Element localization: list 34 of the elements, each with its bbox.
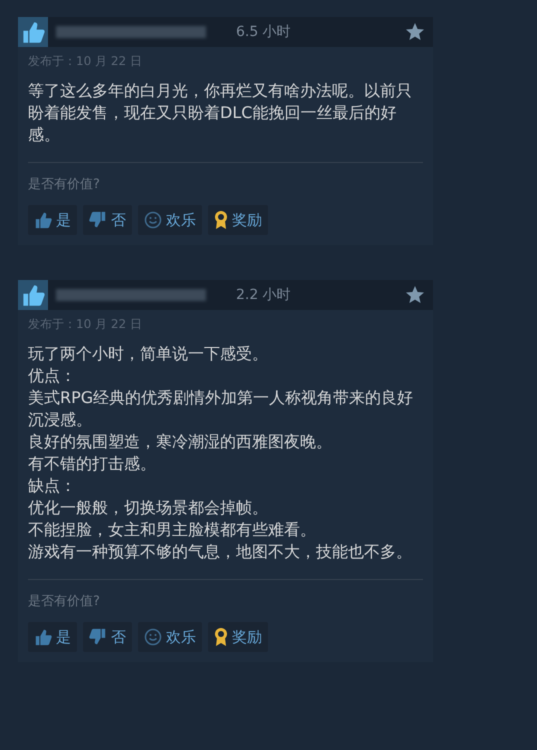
playtime: 6.5 小时 [236,23,292,41]
review-text: 玩了两个小时，简单说一下感受。 [28,343,269,365]
review-text: 缺点： [28,475,77,497]
review-text: 优化一般般，切换场景都会掉帧。 [28,497,269,519]
thumbs-up-icon [34,628,52,646]
thumbs-down-icon [89,628,107,646]
review-text: 等了这么多年的白月光，你再烂又有啥办法呢。以前只盼着能发售，现在又只盼着DLC能挽回一丝最后的好感。 [28,80,413,146]
helpful-prompt: 是否有价值? [28,176,101,193]
yes-button[interactable]: 是 [28,622,77,652]
thumbs-up-icon [34,211,52,229]
review-text: 优点： [28,365,77,387]
review-text: 游戏有一种预算不够的气息，地图不大，技能也不多。 [28,541,413,563]
no-button[interactable]: 否 [83,205,132,235]
playtime: 2.2 小时 [236,286,292,304]
star-icon [405,285,425,305]
smiley-icon [144,211,162,229]
smiley-icon [144,628,162,646]
yes-button[interactable]: 是 [28,205,77,235]
posted-date: 发布于：10 月 22 日 [28,316,143,333]
funny-button[interactable]: 欢乐 [138,622,202,652]
helpful-prompt: 是否有价值? [28,593,101,610]
review-text: 不能捏脸，女主和男主脸模都有些难看。 [28,519,317,541]
posted-date: 发布于：10 月 22 日 [28,53,143,70]
award-button[interactable]: 奖励 [208,622,268,652]
award-button[interactable]: 奖励 [208,205,268,235]
no-button[interactable]: 否 [83,622,132,652]
review-text: 美式RPG经典的优秀剧情外加第一人称视角带来的良好沉浸感。 [28,387,414,431]
thumbs-down-icon [89,211,107,229]
review-text: 良好的氛围塑造，寒冷潮湿的西雅图夜晚。 [28,431,333,453]
funny-button[interactable]: 欢乐 [138,205,202,235]
award-ribbon-icon [214,627,228,647]
review-text: 有不错的打击感。 [28,453,157,475]
award-ribbon-icon [214,210,228,230]
star-icon [405,22,425,42]
